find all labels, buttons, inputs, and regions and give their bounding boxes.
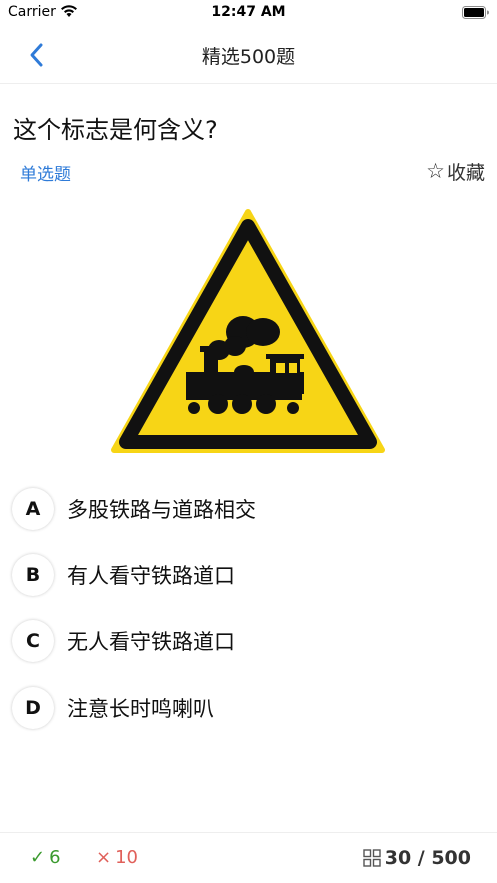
option-text: 多股铁路与道路相交	[67, 498, 256, 522]
option-b[interactable]: B 有人看守铁路道口	[12, 553, 482, 597]
grid-icon	[363, 849, 381, 867]
correct-count-value: 6	[49, 847, 61, 868]
question-type-label: 单选题	[20, 165, 71, 185]
correct-count: ✓ 6	[30, 847, 61, 868]
quiz-screen: Carrier 12:47 AM 精选500题 这个标志是何含义? 单选题 ☆ …	[0, 0, 497, 883]
option-a[interactable]: A 多股铁路与道路相交	[12, 487, 482, 531]
page-title: 精选500题	[201, 46, 296, 68]
option-letter: C	[12, 620, 54, 662]
checkmark-icon: ✓	[30, 847, 46, 868]
option-letter: D	[12, 687, 54, 729]
option-letter: A	[12, 488, 54, 530]
battery-icon	[462, 6, 489, 19]
progress-text: 30 / 500	[384, 847, 471, 869]
favorite-label: 收藏	[446, 162, 485, 184]
cross-icon: ×	[96, 847, 112, 868]
option-d[interactable]: D 注意长时鸣喇叭	[12, 686, 482, 730]
option-text: 无人看守铁路道口	[67, 630, 235, 654]
wrong-count-value: 10	[115, 847, 138, 868]
question-progress-button[interactable]: 30 / 500	[363, 847, 471, 869]
status-time: 12:47 AM	[211, 4, 286, 20]
favorite-button[interactable]: ☆ 收藏	[426, 158, 485, 185]
star-outline-icon: ☆	[426, 159, 445, 183]
status-bar: Carrier 12:47 AM	[0, 0, 497, 26]
question-text: 这个标志是何含义?	[13, 116, 218, 144]
option-letter: B	[12, 554, 54, 596]
railway-crossing-sign-image	[111, 209, 385, 453]
navigation-bar: 精选500题	[0, 26, 497, 84]
footer-bar: ✓ 6 × 10 30 / 500	[0, 832, 497, 883]
option-text: 有人看守铁路道口	[67, 564, 235, 588]
option-c[interactable]: C 无人看守铁路道口	[12, 619, 482, 663]
wrong-count: × 10	[96, 847, 138, 868]
option-text: 注意长时鸣喇叭	[67, 697, 214, 721]
